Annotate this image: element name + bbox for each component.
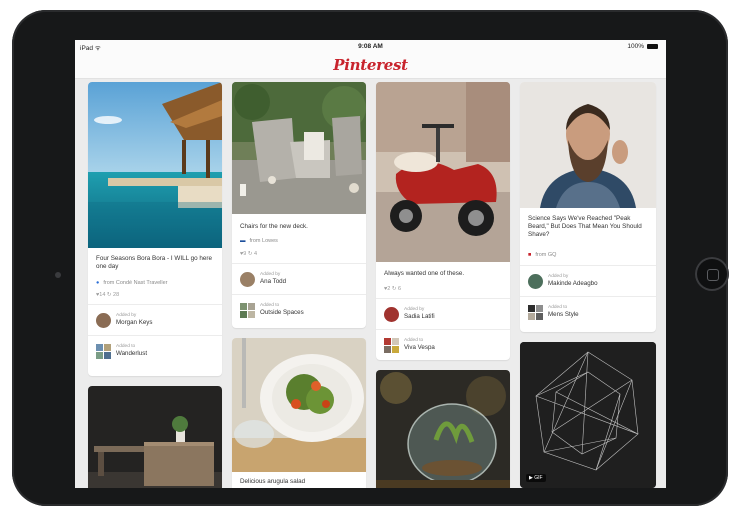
pin-image[interactable] [88, 82, 222, 248]
gq-icon: ■ [528, 252, 532, 258]
map-pin-icon: ● [96, 280, 100, 286]
added-to-row[interactable]: Added to Mens Style [528, 303, 650, 321]
pin-description: Always wanted one of these. [384, 270, 465, 277]
gif-badge[interactable]: ▶ GIF [526, 474, 546, 482]
user-name: Ana Todd [260, 278, 287, 285]
pin-stats: ♥2 ↻ 6 [384, 286, 402, 292]
board-thumbnail [96, 343, 111, 359]
pin-source[interactable]: ■ from GQ [528, 252, 556, 258]
deck-chairs-image [232, 82, 366, 214]
pin-geometric-gif[interactable]: ▶ GIF [520, 342, 656, 488]
divider [232, 263, 366, 264]
clock: 9:08 AM [358, 43, 383, 50]
wireframe-gif-image [520, 342, 656, 488]
pin-stats: ♥9 ↻ 4 [240, 251, 258, 257]
tablet-photo: iPad ᯤ 9:08 AM 100% Pinterest Four Seaso… [0, 0, 738, 514]
status-bar: iPad ᯤ 9:08 AM 100% [75, 40, 666, 54]
home-button[interactable] [695, 257, 729, 291]
pinterest-logo[interactable]: Pinterest [75, 56, 666, 74]
divider [88, 335, 222, 336]
pin-image[interactable] [232, 338, 366, 472]
divider [520, 265, 656, 266]
pin-image[interactable] [376, 82, 510, 262]
added-by-row[interactable]: Added by Ana Todd [240, 270, 360, 288]
avatar [384, 306, 399, 322]
board-name: Wanderlust [116, 350, 148, 357]
pin-image[interactable] [376, 370, 510, 488]
added-to-row[interactable]: Added to Outside Spaces [240, 301, 360, 319]
pin-bora-bora[interactable]: Four Seasons Bora Bora - I WILL go here … [88, 82, 222, 376]
added-by-row[interactable]: Added by Makinde Adeagbo [528, 272, 650, 290]
board-name: Mens Style [548, 311, 579, 318]
front-camera [55, 272, 61, 278]
divider [88, 304, 222, 305]
pin-image[interactable] [88, 386, 222, 488]
pin-source[interactable]: ● from Condé Nast Traveller [96, 280, 168, 286]
pin-vespa[interactable]: Always wanted one of these. ♥2 ↻ 6 Added… [376, 82, 510, 360]
pin-source[interactable]: ▬ from Lowes [240, 238, 278, 244]
pin-description: Delicious arugula salad [240, 478, 306, 485]
pin-image[interactable] [520, 82, 656, 208]
divider [232, 294, 366, 295]
user-name: Morgan Keys [116, 319, 153, 326]
user-name: Makinde Adeagbo [548, 280, 598, 287]
battery-status: 100% [627, 43, 658, 50]
divider [376, 298, 510, 299]
added-by-row[interactable]: Added by Sadia Latifi [384, 305, 504, 323]
added-to-row[interactable]: Added to Wanderlust [96, 342, 216, 360]
pin-arugula-salad[interactable]: Delicious arugula salad [232, 338, 366, 488]
overwater-bungalow-image [88, 82, 222, 248]
pin-image[interactable] [232, 82, 366, 214]
salad-plate-image [232, 338, 366, 472]
board-thumbnail [240, 302, 255, 318]
pin-terrarium[interactable] [376, 370, 510, 488]
pin-deck-chairs[interactable]: Chairs for the new deck. ▬ from Lowes ♥9 … [232, 82, 366, 328]
pin-description: Four Seasons Bora Bora - I WILL go here … [96, 255, 212, 270]
board-thumbnail [528, 304, 543, 320]
added-by-row[interactable]: Added by Morgan Keys [96, 311, 216, 329]
battery-icon [647, 44, 658, 49]
board-name: Outside Spaces [260, 309, 304, 316]
pin-peak-beard[interactable]: Science Says We've Reached "Peak Beard,"… [520, 82, 656, 332]
pin-description: Chairs for the new deck. [240, 223, 308, 230]
terrarium-image [376, 370, 510, 488]
avatar [96, 312, 111, 328]
divider [376, 329, 510, 330]
pinterest-screen: iPad ᯤ 9:08 AM 100% Pinterest Four Seaso… [75, 40, 666, 488]
board-name: Viva Vespa [404, 344, 435, 351]
red-scooter-image [376, 82, 510, 262]
avatar [240, 271, 255, 287]
avatar [528, 273, 543, 289]
pin-stats: ♥14 ↻ 28 [96, 292, 120, 298]
pin-wooden-furniture[interactable] [88, 386, 222, 488]
pin-description: Science Says We've Reached "Peak Beard,"… [528, 215, 642, 238]
user-name: Sadia Latifi [404, 313, 435, 320]
bearded-man-image [520, 82, 656, 208]
board-thumbnail [384, 337, 399, 353]
lowes-icon: ▬ [240, 238, 246, 244]
pin-image[interactable] [520, 342, 656, 488]
divider [520, 296, 656, 297]
added-to-row[interactable]: Added to Viva Vespa [384, 336, 504, 354]
nav-bar: Pinterest [75, 54, 666, 79]
wooden-table-image [88, 386, 222, 488]
